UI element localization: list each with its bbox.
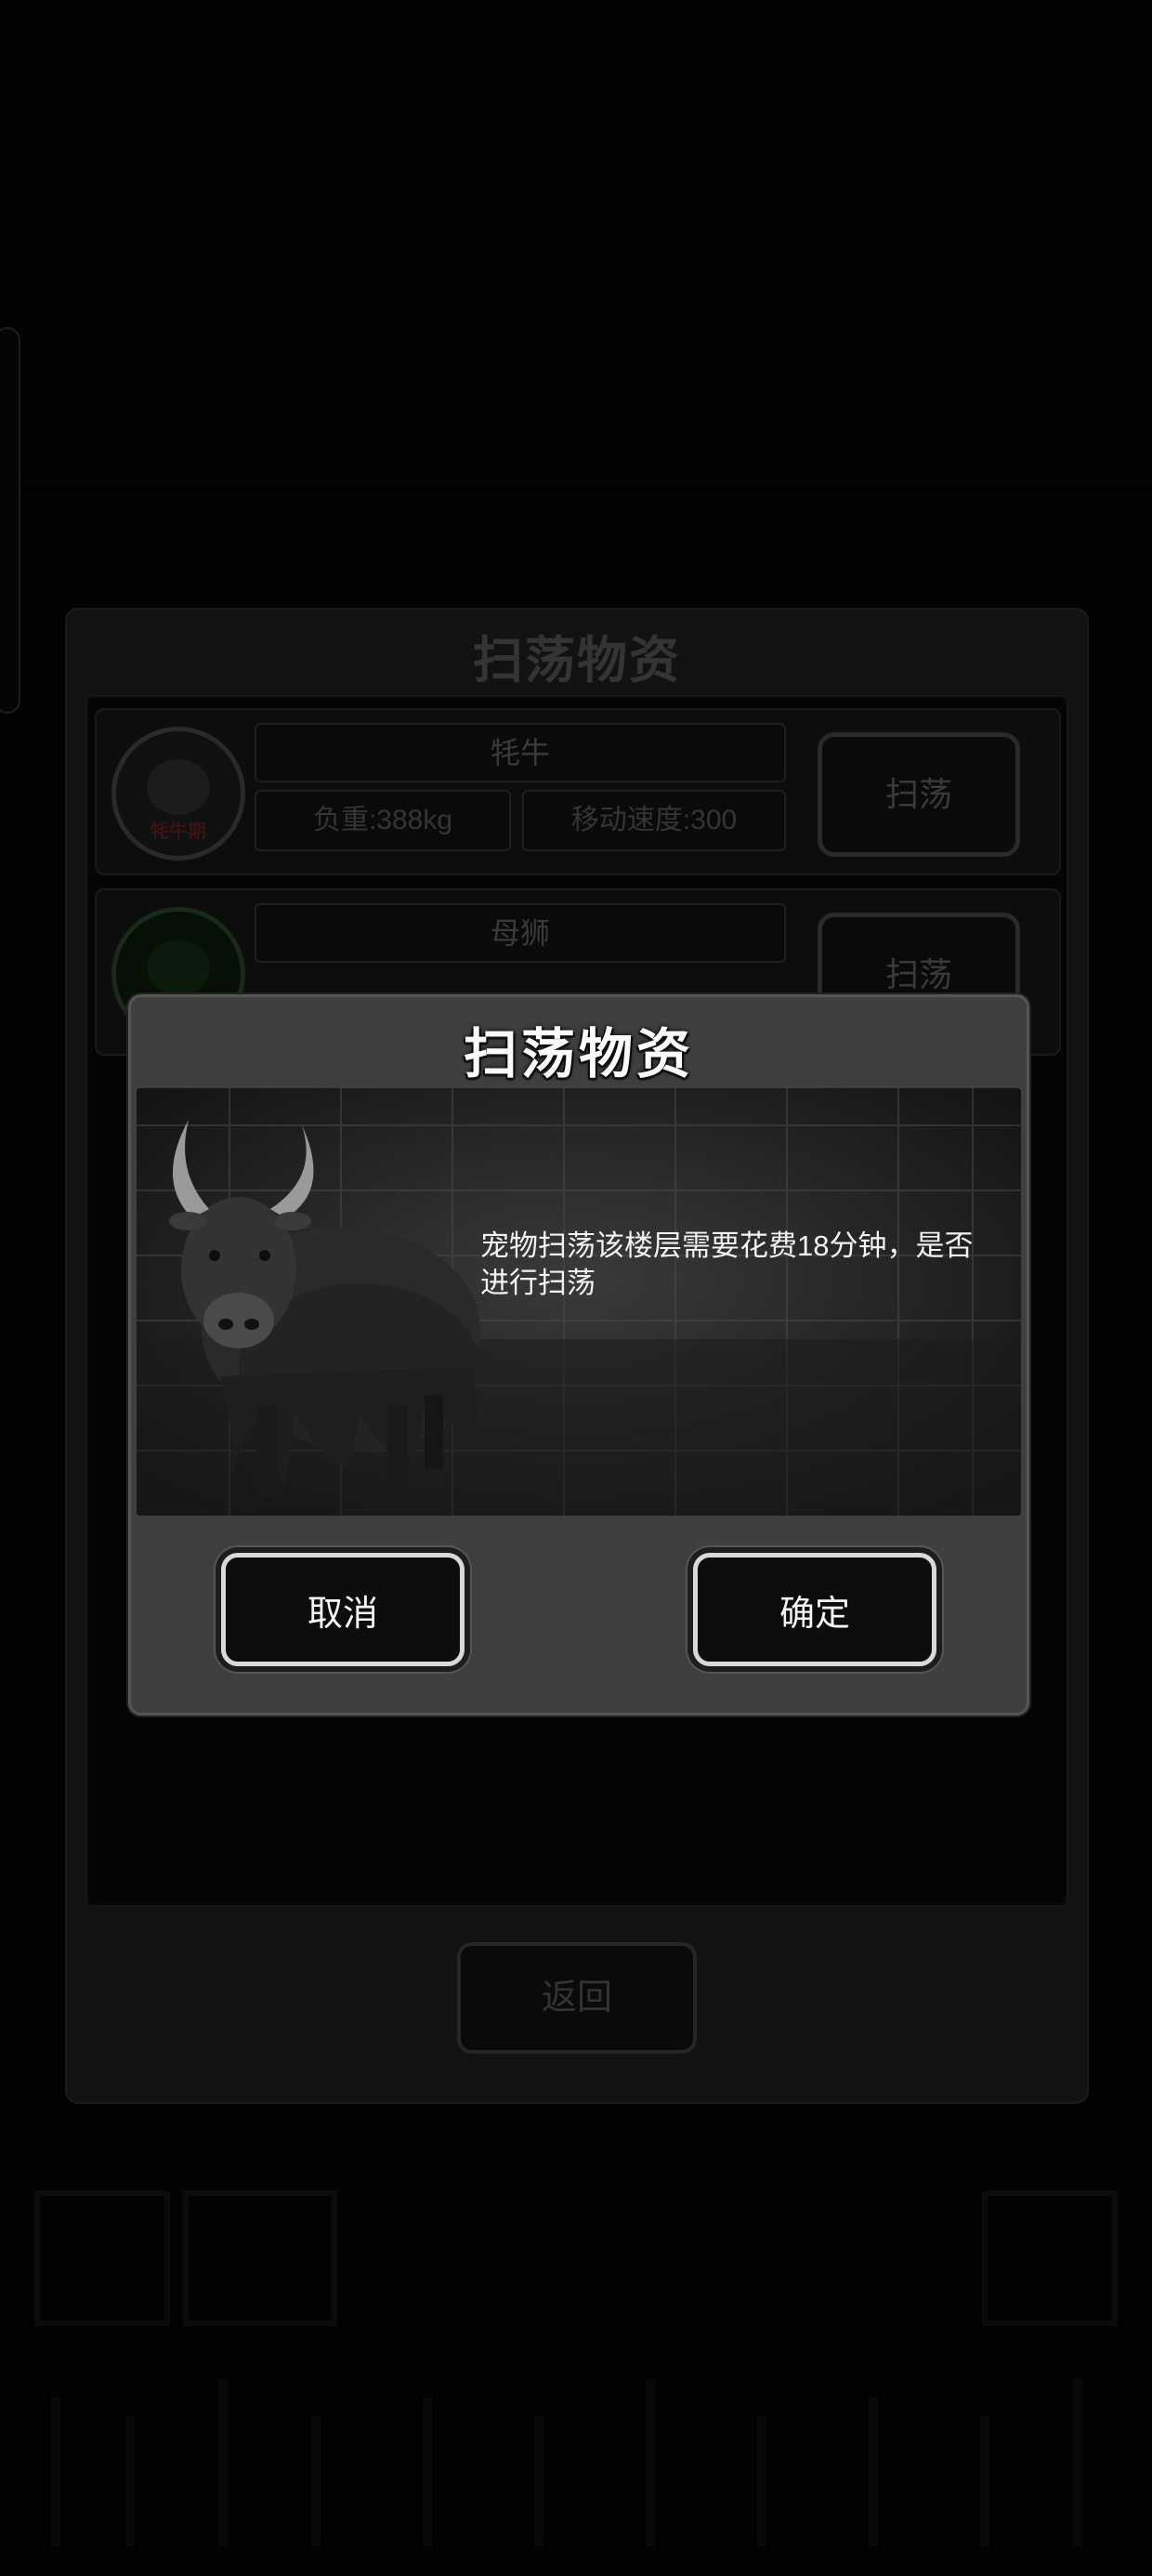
pet-sweep-button[interactable]: 扫荡 [818,732,1020,857]
pet-avatar: 牦牛期 [111,727,245,861]
dialog-content: 宠物扫荡该楼层需要花费18分钟，是否进行扫荡 [137,1088,1021,1516]
back-button[interactable]: 返回 [457,1942,697,2054]
yak-image-icon [169,1120,480,1497]
pet-name: 牦牛 [255,723,786,782]
dialog-message: 宠物扫荡该楼层需要花费18分钟，是否进行扫荡 [480,1229,974,1299]
game-screen: 扫荡物资 牦牛期 牦牛 负重:388kg 移动速度:300 扫荡 母狮 扫荡 返… [0,0,1152,2576]
side-drawer-handle[interactable] [0,327,20,714]
panel-title: 扫荡物资 [473,633,681,689]
dialog-title: 扫荡物资 [463,1024,694,1084]
pet-name: 母狮 [255,903,786,963]
pet-weight: 负重:388kg [255,790,511,851]
confirm-button[interactable]: 确定 [693,1553,936,1666]
pet-row: 牦牛期 牦牛 负重:388kg 移动速度:300 扫荡 [95,708,1061,875]
cancel-button[interactable]: 取消 [221,1553,465,1666]
pet-avatar-tag: 牦牛期 [151,821,206,842]
sweep-confirm-dialog: 扫荡物资 宠物扫荡该楼层需要花费18分钟，是否进行扫荡 取消 确定 [128,994,1029,1715]
pet-speed: 移动速度:300 [522,790,786,851]
